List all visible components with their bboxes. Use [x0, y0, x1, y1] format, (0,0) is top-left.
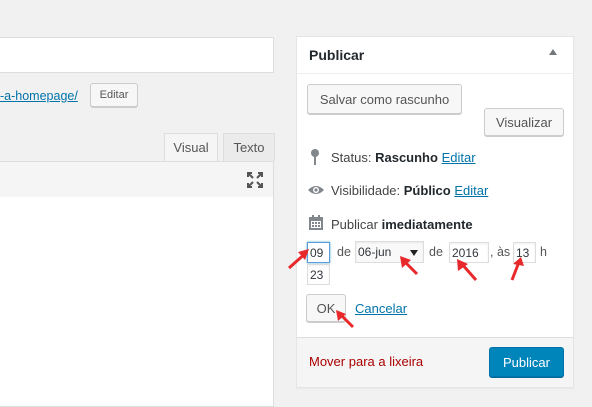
- collapse-arrow-icon[interactable]: [549, 49, 557, 55]
- tab-visual[interactable]: Visual: [164, 133, 218, 161]
- preview-button[interactable]: Visualizar: [484, 108, 564, 136]
- edit-status-link[interactable]: Editar: [442, 150, 476, 165]
- annotation-arrow-icon: [400, 256, 419, 276]
- post-title-input[interactable]: [0, 37, 274, 73]
- status-row: Status: Rascunho Editar: [331, 150, 476, 165]
- tab-text[interactable]: Texto: [223, 133, 275, 161]
- visibility-label: Visibilidade:: [331, 183, 401, 198]
- calendar-icon: [309, 215, 323, 230]
- permalink: -a-homepage/: [0, 89, 78, 103]
- fullscreen-icon[interactable]: [246, 171, 264, 189]
- edit-permalink-button[interactable]: Editar: [90, 83, 138, 107]
- edit-visibility-link[interactable]: Editar: [454, 183, 488, 198]
- save-draft-button[interactable]: Salvar como rascunho: [307, 84, 462, 114]
- annotation-arrow-icon: [336, 310, 355, 329]
- schedule-label: Publicar: [331, 217, 378, 232]
- move-to-trash-link[interactable]: Mover para a lixeira: [309, 354, 423, 369]
- eye-icon: [308, 186, 324, 194]
- status-value: Rascunho: [375, 150, 438, 165]
- editor-toolbar: [0, 161, 274, 198]
- visibility-value: Público: [403, 183, 451, 198]
- month-value: 06-jun: [358, 245, 392, 259]
- de-text-1: de: [337, 245, 351, 259]
- cancel-link[interactable]: Cancelar: [355, 301, 407, 316]
- annotation-arrow-icon: [288, 249, 309, 270]
- pin-icon: [311, 149, 319, 165]
- permalink-link[interactable]: -a-homepage/: [0, 89, 78, 103]
- annotation-arrow-icon: [510, 257, 524, 281]
- annotation-arrow-icon: [457, 259, 478, 281]
- schedule-value: imediatamente: [381, 217, 473, 232]
- publish-button[interactable]: Publicar: [489, 347, 564, 377]
- editor-content-area[interactable]: [0, 197, 274, 407]
- publish-box-title: Publicar: [309, 47, 365, 63]
- status-label: Status:: [331, 150, 372, 165]
- visibility-row: Visibilidade: Público Editar: [331, 183, 488, 198]
- schedule-row: Publicar imediatamente: [331, 217, 473, 232]
- de-text-2: de: [429, 245, 443, 259]
- h-text: h: [540, 245, 547, 259]
